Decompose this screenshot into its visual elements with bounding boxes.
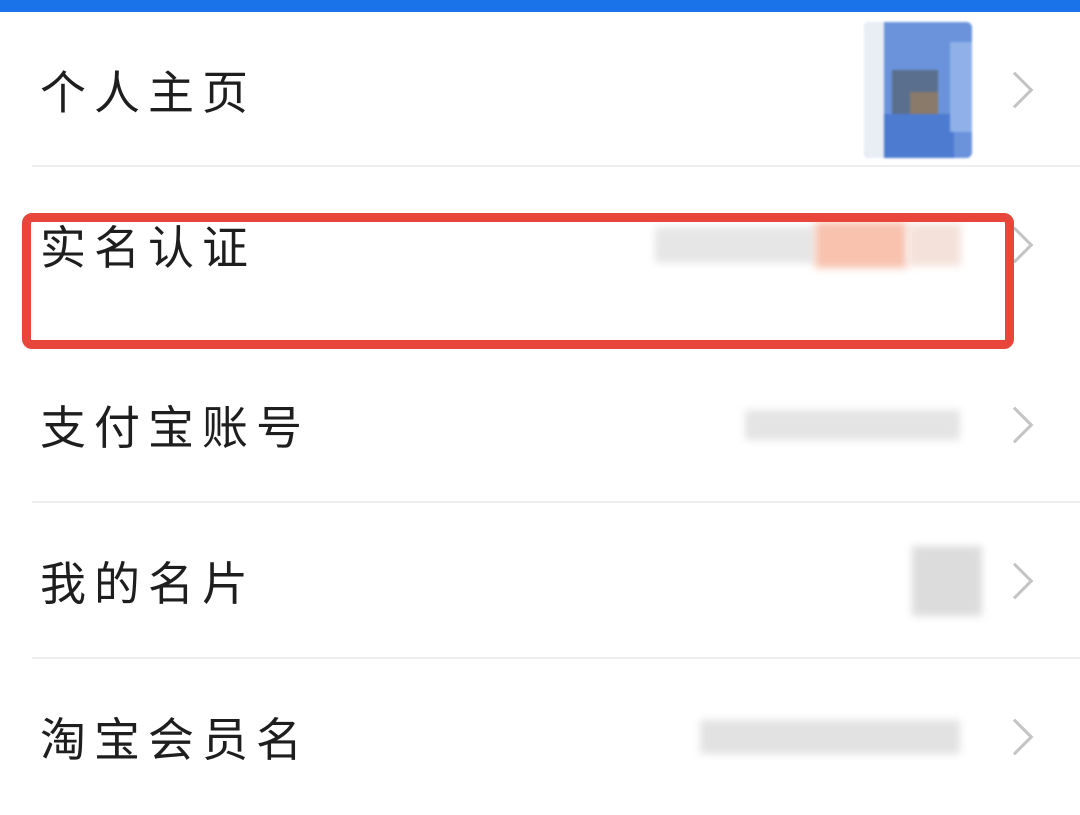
settings-item-real-name-verification[interactable]: 实名认证 — [0, 167, 1080, 322]
chevron-right-icon — [996, 226, 1034, 263]
masked-value — [745, 410, 960, 440]
settings-item-my-card[interactable]: 我的名片 — [0, 503, 1080, 659]
chevron-right-icon — [996, 562, 1034, 600]
settings-item-label: 淘宝会员名 — [40, 713, 310, 767]
settings-item-label: 实名认证 — [40, 220, 256, 275]
settings-item-label: 我的名片 — [40, 557, 256, 611]
masked-value-highlight — [815, 221, 907, 268]
masked-value — [655, 226, 815, 263]
masked-value — [700, 720, 960, 754]
settings-item-label: 支付宝账号 — [40, 401, 310, 455]
status-bar-strip — [0, 0, 1080, 12]
settings-item-alipay-account[interactable]: 支付宝账号 — [0, 347, 1080, 503]
chevron-right-icon — [996, 71, 1034, 108]
masked-qr-code — [912, 546, 982, 616]
chevron-right-icon — [996, 718, 1034, 756]
settings-item-label: 个人主页 — [40, 65, 256, 120]
settings-item-taobao-member-name[interactable]: 淘宝会员名 — [0, 659, 1080, 815]
avatar — [864, 22, 972, 158]
masked-value-tail — [907, 223, 961, 266]
chevron-right-icon — [996, 406, 1034, 444]
settings-item-personal-homepage[interactable]: 个人主页 — [0, 12, 1080, 167]
